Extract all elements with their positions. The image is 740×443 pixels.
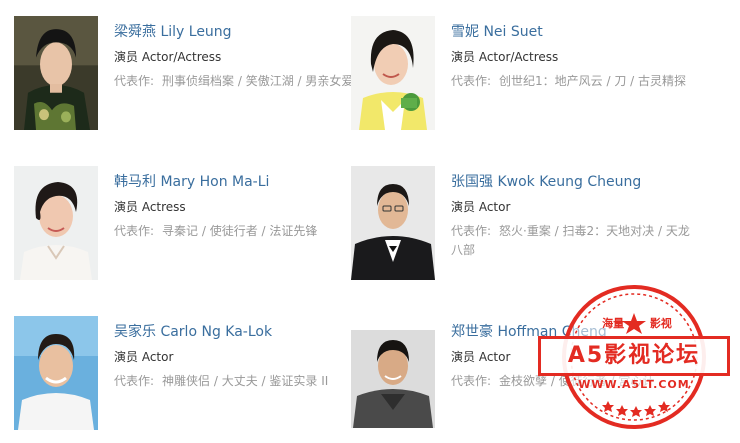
cast-photo-hoffman-cheng[interactable] bbox=[351, 330, 435, 428]
cast-name-link[interactable]: 梁舜燕 Lily Leung bbox=[114, 23, 354, 41]
stamp-top-left: 海量 bbox=[602, 317, 625, 330]
cast-name-link[interactable]: 张国强 Kwok Keung Cheung bbox=[451, 173, 691, 191]
cast-photo-nei-suet[interactable] bbox=[351, 16, 435, 130]
cast-info: 张国强 Kwok Keung Cheung 演员 Actor 代表作: 怒火·重案… bbox=[451, 166, 691, 260]
watermark-stamp: 海量 影视 A5影视论坛 WWW.A5LT.COM bbox=[536, 285, 732, 443]
cast-photo-mary-hon[interactable] bbox=[14, 166, 98, 280]
cast-role: 演员 Actor bbox=[114, 350, 174, 364]
cast-photo-kwok-keung-cheung[interactable] bbox=[351, 166, 435, 280]
cast-card-lily-leung: 梁舜燕 Lily Leung 演员 Actor/Actress 代表作: 刑事侦缉… bbox=[14, 16, 354, 136]
cast-card-mary-hon: 韩马利 Mary Hon Ma-Li 演员 Actress 代表作: 寻秦记 / … bbox=[14, 166, 354, 286]
works-label: 代表作: bbox=[451, 74, 492, 88]
cast-works: 代表作: 神雕侠侣 / 大丈夫 / 鉴证实录 II bbox=[114, 372, 354, 391]
cast-role: 演员 Actor bbox=[451, 200, 511, 214]
cast-name-link[interactable]: 雪妮 Nei Suet bbox=[451, 23, 691, 41]
works-list[interactable]: 神雕侠侣 / 大丈夫 / 鉴证实录 II bbox=[162, 374, 328, 388]
cast-name-link[interactable]: 吴家乐 Carlo Ng Ka-Lok bbox=[114, 323, 354, 341]
cast-info: 梁舜燕 Lily Leung 演员 Actor/Actress 代表作: 刑事侦缉… bbox=[114, 16, 354, 91]
works-label: 代表作: bbox=[114, 224, 155, 238]
stamp-banner: A5影视论坛 bbox=[538, 336, 730, 376]
works-list[interactable]: 创世纪1：地产风云 / 刀 / 古灵精探 bbox=[499, 74, 686, 88]
cast-works: 代表作: 刑事侦缉档案 / 笑傲江湖 / 男亲女爱 bbox=[114, 72, 354, 91]
cast-photo-carlo-ng[interactable] bbox=[14, 316, 98, 430]
cast-works: 代表作: 创世纪1：地产风云 / 刀 / 古灵精探 bbox=[451, 72, 691, 91]
cast-card-nei-suet: 雪妮 Nei Suet 演员 Actor/Actress 代表作: 创世纪1：地产… bbox=[351, 16, 691, 136]
cast-card-kwok-keung-cheung: 张国强 Kwok Keung Cheung 演员 Actor 代表作: 怒火·重案… bbox=[351, 166, 691, 286]
cast-role: 演员 Actor/Actress bbox=[114, 50, 222, 64]
cast-card-carlo-ng: 吴家乐 Carlo Ng Ka-Lok 演员 Actor 代表作: 神雕侠侣 / … bbox=[14, 316, 354, 436]
cast-role: 演员 Actor/Actress bbox=[451, 50, 559, 64]
cast-works: 代表作: 寻秦记 / 使徒行者 / 法证先锋 bbox=[114, 222, 354, 241]
works-label: 代表作: bbox=[114, 374, 155, 388]
works-list[interactable]: 刑事侦缉档案 / 笑傲江湖 / 男亲女爱 bbox=[162, 74, 353, 88]
cast-works: 代表作: 怒火·重案 / 扫毒2：天地对决 / 天龙八部 bbox=[451, 222, 691, 260]
works-list[interactable]: 寻秦记 / 使徒行者 / 法证先锋 bbox=[162, 224, 317, 238]
cast-role: 演员 Actress bbox=[114, 200, 186, 214]
cast-info: 雪妮 Nei Suet 演员 Actor/Actress 代表作: 创世纪1：地产… bbox=[451, 16, 691, 91]
cast-info: 韩马利 Mary Hon Ma-Li 演员 Actress 代表作: 寻秦记 / … bbox=[114, 166, 354, 241]
cast-info: 吴家乐 Carlo Ng Ka-Lok 演员 Actor 代表作: 神雕侠侣 / … bbox=[114, 316, 354, 391]
cast-name-link[interactable]: 韩马利 Mary Hon Ma-Li bbox=[114, 173, 354, 191]
cast-photo-lily-leung[interactable] bbox=[14, 16, 98, 130]
works-label: 代表作: bbox=[114, 74, 155, 88]
stamp-top-text: 海量 影视 bbox=[592, 315, 682, 331]
stamp-url: WWW.A5LT.COM bbox=[578, 378, 690, 391]
stamp-top-right: 影视 bbox=[649, 317, 672, 330]
works-label: 代表作: bbox=[451, 374, 492, 388]
works-label: 代表作: bbox=[451, 224, 492, 238]
